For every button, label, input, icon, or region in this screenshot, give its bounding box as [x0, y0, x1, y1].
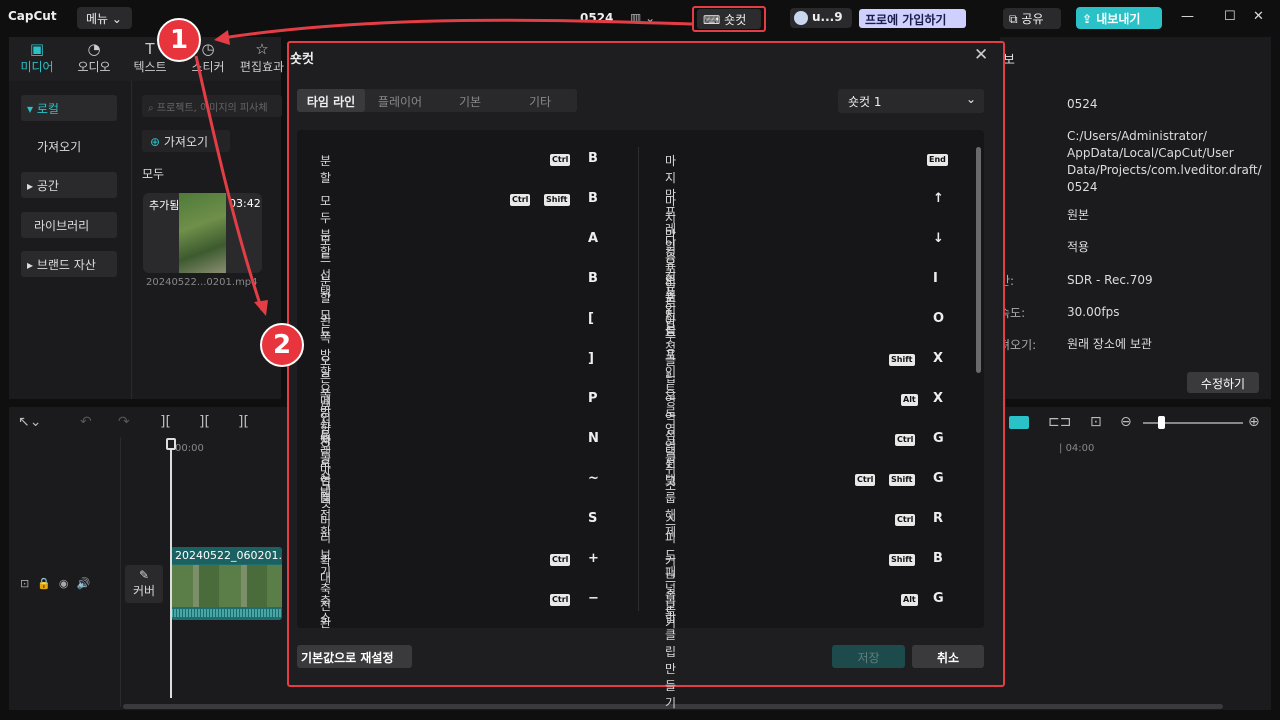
close-icon[interactable]: ✕	[974, 45, 988, 65]
column-divider	[638, 147, 639, 611]
shortcut-key: R	[933, 511, 944, 526]
shortcut-label: 그룹	[665, 434, 677, 465]
tab-basic[interactable]: 기본	[436, 89, 504, 112]
shortcut-key: G	[933, 591, 944, 606]
shortcut-key: [	[588, 311, 594, 326]
shortcut-list	[297, 130, 984, 628]
annotation-badge-one: 1	[157, 18, 201, 62]
reset-button[interactable]: 기본값으로 재설정	[297, 645, 412, 668]
shortcut-key: N	[588, 431, 599, 446]
tab-etc[interactable]: 기타	[506, 89, 574, 112]
shortcut-key: ↑	[933, 191, 944, 206]
preset-select[interactable]: 숏컷 1 ⌄	[838, 89, 984, 113]
shortcut-label: 복합 클립 만들기	[665, 594, 677, 710]
modifier-key-chip: Shift	[889, 554, 915, 566]
shortcut-key: B	[588, 271, 598, 286]
modifier-key-chip: Shift	[889, 474, 915, 486]
arrow-head-two	[254, 300, 268, 316]
modifier-key-chip: Ctrl	[895, 514, 916, 526]
shortcut-key: S	[588, 511, 598, 526]
annotation-badge-two: 2	[260, 323, 304, 367]
arrow-to-tabs	[221, 18, 693, 40]
modifier-key-chip: Shift	[544, 194, 570, 206]
modifier-key-chip: Ctrl	[895, 434, 916, 446]
shortcut-key: +	[588, 551, 599, 566]
modifier-key-chip: Ctrl	[550, 594, 571, 606]
shortcut-key: −	[588, 591, 599, 606]
save-button[interactable]: 저장	[832, 645, 905, 668]
shortcut-key: ~	[588, 471, 599, 486]
modifier-key-chip: Ctrl	[510, 194, 531, 206]
modifier-key-chip: Alt	[901, 594, 918, 606]
shortcut-key: B	[933, 551, 943, 566]
shortcut-key: G	[933, 431, 944, 446]
shortcut-key: X	[933, 391, 944, 406]
dialog-title: 숏컷	[290, 52, 314, 67]
shortcut-key: ↓	[933, 231, 944, 246]
tab-timeline[interactable]: 타임 라인	[297, 89, 365, 112]
modifier-key-chip: Ctrl	[550, 154, 571, 166]
shortcut-key: O	[933, 311, 945, 326]
shortcut-label: 분할	[320, 154, 332, 185]
shortcut-key: G	[933, 471, 944, 486]
modifier-key-chip: End	[927, 154, 948, 166]
shortcut-key: ]	[588, 351, 594, 366]
modifier-key-chip: Alt	[901, 394, 918, 406]
tab-player[interactable]: 플레이어	[366, 89, 434, 112]
shortcut-key: I	[933, 271, 938, 286]
modifier-key-chip: Ctrl	[550, 554, 571, 566]
shortcut-key: P	[588, 391, 598, 406]
modifier-key-chip: Ctrl	[855, 474, 876, 486]
shortcut-key: X	[933, 351, 944, 366]
arrow-to-dialog	[194, 55, 264, 311]
modifier-key-chip: Shift	[889, 354, 915, 366]
list-scrollbar[interactable]	[976, 147, 981, 373]
preset-value: 숏컷 1	[848, 95, 882, 109]
cancel-button[interactable]: 취소	[912, 645, 984, 668]
chevron-down-icon: ⌄	[965, 92, 976, 106]
shortcut-label: 축소	[320, 594, 332, 625]
shortcut-key: B	[588, 191, 598, 206]
shortcut-key: B	[588, 151, 598, 166]
shortcut-label: 확대	[320, 554, 332, 585]
shortcut-key: A	[588, 231, 599, 246]
arrow-head-one	[214, 30, 230, 45]
